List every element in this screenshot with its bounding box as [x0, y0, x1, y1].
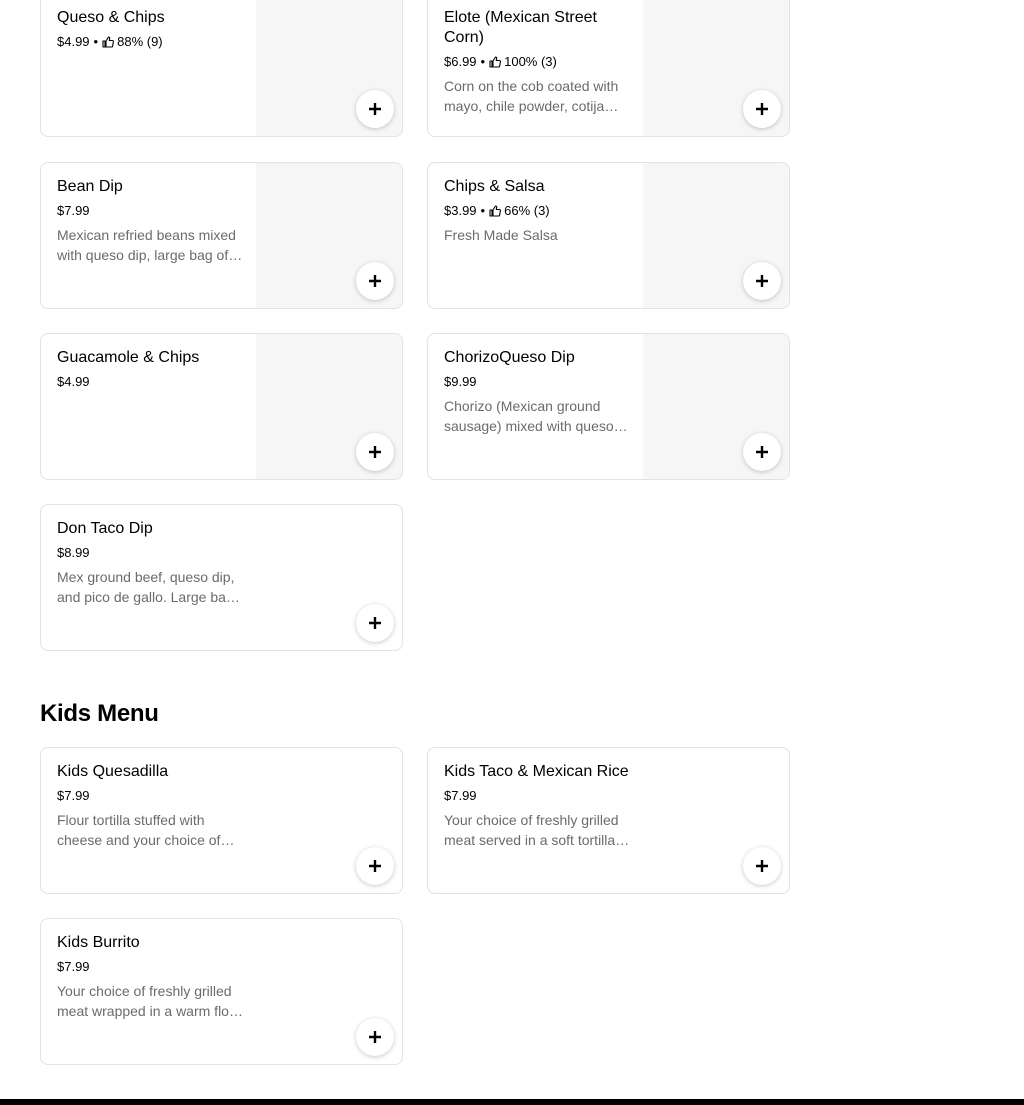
add-item-button[interactable] [743, 433, 781, 471]
item-name: Elote (Mexican Street Corn) [444, 9, 597, 46]
footer-bar [0, 1099, 1024, 1105]
add-item-button[interactable] [356, 847, 394, 885]
plus-icon [369, 617, 381, 629]
item-description: Fresh Made Salsa [444, 227, 558, 243]
item-name: Kids Taco & Mexican Rice [444, 763, 629, 780]
item-meta: $4.99 • 88% (9) [57, 33, 243, 51]
item-price: $3.99 [444, 203, 477, 218]
menu-item-card[interactable]: ChorizoQueso Dip $9.99 Chorizo (Mexican … [427, 333, 790, 480]
meta-separator: • [480, 203, 486, 218]
add-item-button[interactable] [356, 604, 394, 642]
item-rating: 88% (9) [117, 34, 163, 49]
section-title-kids-menu: Kids Menu [40, 700, 159, 727]
menu-item-card[interactable]: Kids Quesadilla $7.99 Flour tortilla stu… [40, 747, 403, 894]
item-meta: $6.99 • 100% (3) [444, 53, 630, 71]
item-description: Mex ground beef, queso dip, and pico de … [57, 569, 235, 605]
item-price: $8.99 [57, 545, 90, 560]
item-price: $4.99 [57, 34, 90, 49]
item-description: Flour tortilla stuffed with cheese and y… [57, 812, 221, 848]
plus-icon [756, 446, 768, 458]
item-meta: $3.99 • 66% (3) [444, 202, 630, 220]
meta-separator: • [93, 34, 99, 49]
menu-item-card[interactable]: Kids Taco & Mexican Rice $7.99 Your choi… [427, 747, 790, 894]
meta-separator: • [480, 54, 486, 69]
item-price: $4.99 [57, 374, 90, 389]
item-name: Kids Quesadilla [57, 763, 169, 780]
plus-icon [756, 860, 768, 872]
add-item-button[interactable] [356, 90, 394, 128]
menu-item-card[interactable]: Bean Dip $7.99 Mexican refried beans mix… [40, 162, 403, 309]
item-description: Mexican refried beans mixed with queso d… [57, 227, 236, 263]
menu-item-card[interactable]: Guacamole & Chips $4.99 [40, 333, 403, 480]
plus-icon [369, 103, 381, 115]
plus-icon [369, 1031, 381, 1043]
add-item-button[interactable] [356, 262, 394, 300]
item-price: $7.99 [57, 788, 90, 803]
item-description: Corn on the cob coated with mayo, chile … [444, 78, 619, 114]
item-price: $9.99 [444, 374, 477, 389]
add-item-button[interactable] [743, 262, 781, 300]
item-rating: 66% (3) [504, 203, 550, 218]
add-item-button[interactable] [356, 433, 394, 471]
item-description: Chorizo (Mexican ground sausage) mixed w… [444, 398, 614, 434]
menu-item-card[interactable]: Elote (Mexican Street Corn) $6.99 • 100%… [427, 0, 790, 137]
item-price: $6.99 [444, 54, 477, 69]
menu-item-card[interactable]: Don Taco Dip $8.99 Mex ground beef, ques… [40, 504, 403, 651]
item-name: Guacamole & Chips [57, 349, 200, 366]
item-name: Bean Dip [57, 178, 123, 195]
menu-item-card[interactable]: Chips & Salsa $3.99 • 66% (3) Fresh Made… [427, 162, 790, 309]
add-item-button[interactable] [743, 847, 781, 885]
item-meta: $7.99 [57, 958, 243, 976]
item-price: $7.99 [57, 203, 90, 218]
plus-icon [369, 860, 381, 872]
item-name: Chips & Salsa [444, 178, 545, 195]
item-name: Queso & Chips [57, 9, 165, 26]
plus-icon [369, 446, 381, 458]
add-item-button[interactable] [743, 90, 781, 128]
item-meta: $9.99 [444, 373, 630, 391]
item-meta: $8.99 [57, 544, 243, 562]
thumbs-up-icon [102, 36, 115, 48]
item-price: $7.99 [444, 788, 477, 803]
item-name: Don Taco Dip [57, 520, 153, 537]
item-price: $7.99 [57, 959, 90, 974]
item-meta: $7.99 [444, 787, 630, 805]
item-meta: $7.99 [57, 787, 243, 805]
menu-item-card[interactable]: Kids Burrito $7.99 Your choice of freshl… [40, 918, 403, 1065]
plus-icon [756, 103, 768, 115]
add-item-button[interactable] [356, 1018, 394, 1056]
plus-icon [369, 275, 381, 287]
item-meta: $7.99 [57, 202, 243, 220]
menu-item-card[interactable]: Queso & Chips $4.99 • 88% (9) [40, 0, 403, 137]
item-name: ChorizoQueso Dip [444, 349, 575, 366]
thumbs-up-icon [489, 205, 502, 217]
item-description: Your choice of freshly grilled meat wrap… [57, 983, 242, 1019]
item-meta: $4.99 [57, 373, 243, 391]
item-name: Kids Burrito [57, 934, 140, 951]
thumbs-up-icon [489, 56, 502, 68]
item-rating: 100% (3) [504, 54, 557, 69]
item-description: Your choice of freshly grilled meat serv… [444, 812, 619, 848]
plus-icon [756, 275, 768, 287]
